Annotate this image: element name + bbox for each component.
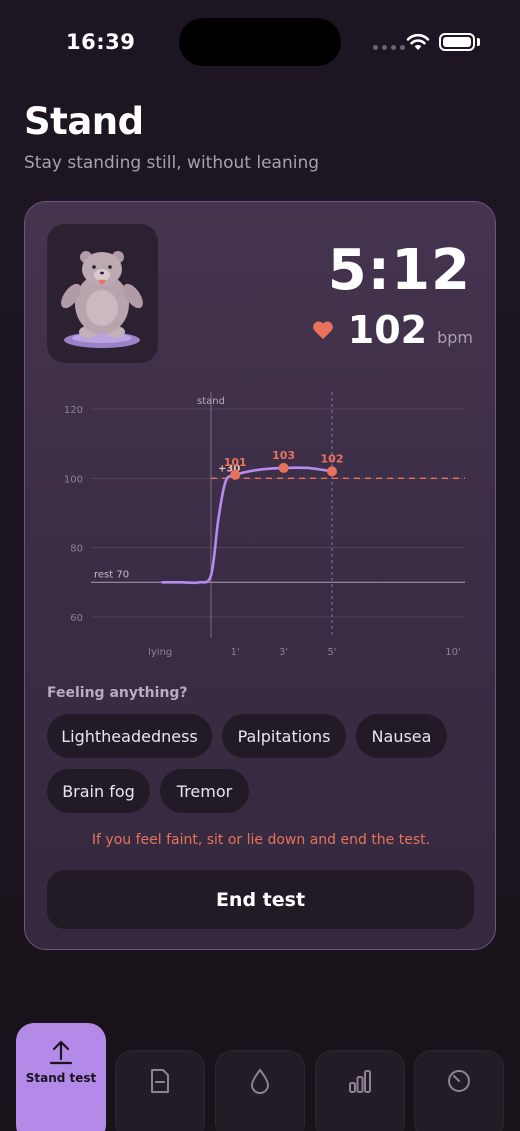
gauge-icon [448, 1070, 470, 1092]
page-subtitle: Stay standing still, without leaning [24, 153, 320, 173]
dynamic-island [179, 18, 341, 66]
chip-tremor[interactable]: Tremor [160, 769, 249, 813]
screen: 16:39 Stand Stay standing still, without… [0, 0, 520, 1131]
data-point-101 [230, 469, 241, 480]
tab-trends[interactable] [315, 1050, 405, 1131]
x-tick-5min: 5' [327, 647, 336, 658]
data-label-101: 101 [224, 456, 247, 469]
rest-label: rest 70 [94, 569, 129, 580]
bar-chart-icon [349, 1070, 371, 1093]
chip-palpitations[interactable]: Palpitations [222, 714, 346, 758]
end-test-button[interactable]: End test [47, 870, 474, 929]
tab-hydration[interactable] [215, 1050, 305, 1131]
data-point-102 [327, 466, 337, 477]
status-time: 16:39 [66, 30, 136, 54]
stand-test-card: 5:12 102 bpm 120 100 80 60 stand rest 70 +30 ly… [24, 201, 496, 950]
x-tick-3min: 3' [279, 647, 288, 658]
y-tick-100: 100 [64, 474, 83, 485]
tab-log[interactable] [115, 1050, 205, 1131]
battery-tip [477, 38, 480, 46]
cellular-signal-icon [373, 45, 405, 50]
tab-stand-test[interactable]: Stand test [16, 1023, 106, 1131]
chip-brain-fog[interactable]: Brain fog [47, 769, 150, 813]
chip-nausea[interactable]: Nausea [356, 714, 447, 758]
battery-icon [439, 33, 475, 51]
status-bar: 16:39 [0, 0, 520, 84]
data-point-103 [278, 462, 289, 473]
page-title: Stand [24, 100, 144, 143]
tab-stand-test-label: Stand test [25, 1071, 97, 1085]
faint-warning: If you feel faint, sit or lie down and e… [91, 832, 431, 848]
wifi-icon [406, 33, 430, 50]
document-icon [151, 1069, 169, 1093]
y-tick-120: 120 [64, 405, 83, 416]
symptoms-label: Feeling anything? [47, 685, 188, 701]
heart-rate-line [161, 466, 334, 585]
y-tick-60: 60 [70, 613, 83, 624]
drop-icon [250, 1068, 270, 1094]
x-tick-lying: lying [148, 647, 172, 658]
x-tick-10min: 10' [445, 647, 460, 658]
tab-timer[interactable] [414, 1050, 504, 1131]
y-tick-80: 80 [70, 544, 83, 555]
data-label-103: 103 [272, 449, 295, 462]
x-tick-1min: 1' [231, 647, 240, 658]
data-label-102: 102 [321, 452, 344, 465]
stand-marker-label: stand [197, 396, 225, 407]
upload-icon [49, 1040, 73, 1065]
chip-lightheadedness[interactable]: Lightheadedness [47, 714, 212, 758]
